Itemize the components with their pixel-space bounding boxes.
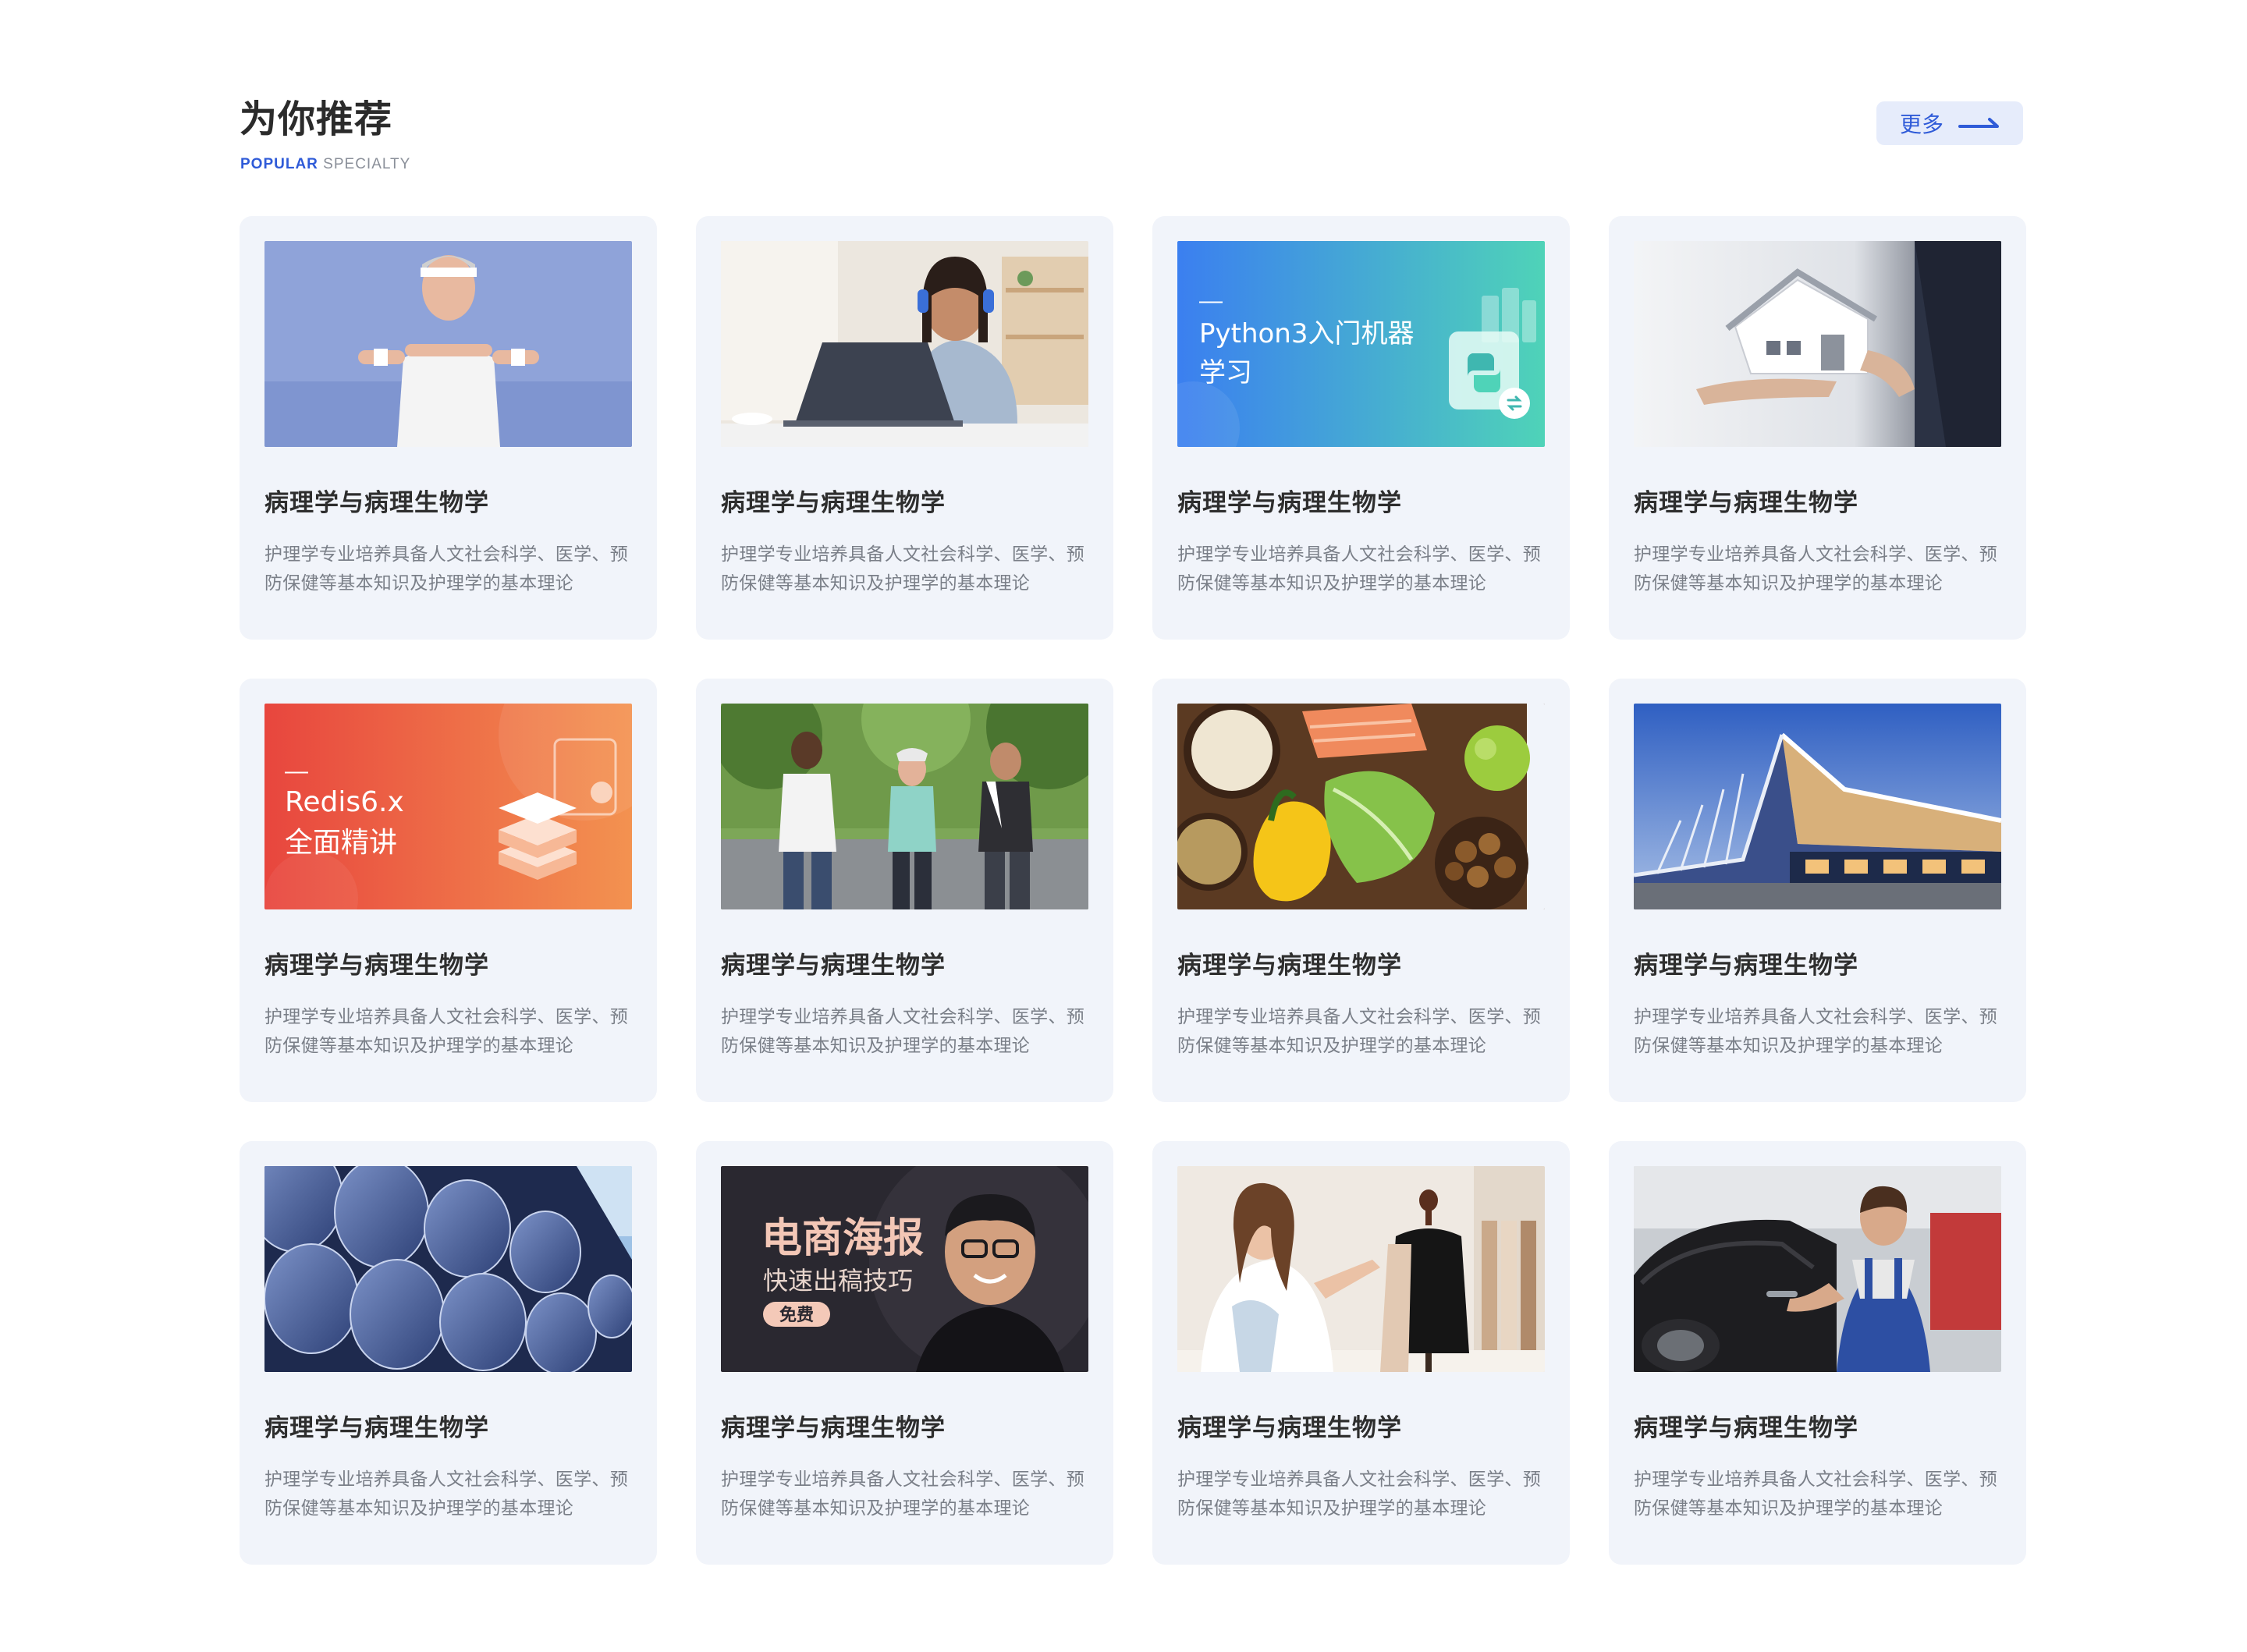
card-title: 病理学与病理生物学 xyxy=(264,952,489,980)
card-title: 病理学与病理生物学 xyxy=(1177,952,1402,980)
card-title: 病理学与病理生物学 xyxy=(1177,489,1402,517)
course-card[interactable]: 病理学与病理生物学 护理学专业培养具备人文社会科学、医学、预防保健等基本知识及护… xyxy=(1609,1141,2026,1565)
card-description: 护理学专业培养具备人文社会科学、医学、预防保健等基本知识及护理学的基本理论 xyxy=(721,544,1084,594)
more-label: 更多 xyxy=(1900,112,1944,137)
fashion-designer-image xyxy=(1177,1166,1545,1372)
card-title: 病理学与病理生物学 xyxy=(264,1414,489,1442)
card-description: 护理学专业培养具备人文社会科学、医学、预防保健等基本知识及护理学的基本理论 xyxy=(1634,1469,1997,1519)
card-title: 病理学与病理生物学 xyxy=(1177,1414,1402,1442)
arrow-right-icon xyxy=(1958,118,1999,128)
seniors-jogging-image xyxy=(721,704,1088,909)
card-description: 护理学专业培养具备人文社会科学、医学、预防保健等基本知识及护理学的基本理论 xyxy=(1177,1469,1541,1519)
banner-title-line2: 全面精讲 xyxy=(285,827,397,859)
card-description: 护理学专业培养具备人文社会科学、医学、预防保健等基本知识及护理学的基本理论 xyxy=(264,1007,628,1056)
card-description: 护理学专业培养具备人文社会科学、医学、预防保健等基本知识及护理学的基本理论 xyxy=(1177,1007,1541,1056)
banner-dash: — xyxy=(285,758,308,784)
banner-badge: 免费 xyxy=(779,1305,814,1325)
house-model-image xyxy=(1634,241,2001,447)
banner-title-line2: 快速出稿技巧 xyxy=(763,1266,913,1296)
card-title: 病理学与病理生物学 xyxy=(1634,952,1858,980)
card-description: 护理学专业培养具备人文社会科学、医学、预防保健等基本知识及护理学的基本理论 xyxy=(721,1469,1084,1519)
card-title: 病理学与病理生物学 xyxy=(721,952,946,980)
course-card[interactable]: 病理学与病理生物学 护理学专业培养具备人文社会科学、医学、预防保健等基本知识及护… xyxy=(240,216,657,640)
card-description: 护理学专业培养具备人文社会科学、医学、预防保健等基本知识及护理学的基本理论 xyxy=(721,1007,1084,1056)
banner-title-line2: 学习 xyxy=(1199,357,1252,388)
section-subtitle: POPULAR SPECIALTY xyxy=(240,156,410,173)
banner-title-line1: 电商海报 xyxy=(761,1215,924,1262)
course-card[interactable]: — Python3入门机器 学习 病理学与病理生物学 护理学专业培养具备人文社会… xyxy=(1152,216,1570,640)
banner-title-line1: Python3入门机器 xyxy=(1199,318,1415,349)
course-card[interactable]: 病理学与病理生物学 护理学专业培养具备人文社会科学、医学、预防保健等基本知识及护… xyxy=(1152,1141,1570,1565)
subtitle-rest: SPECIALTY xyxy=(318,156,411,172)
card-title: 病理学与病理生物学 xyxy=(721,1414,946,1442)
course-card[interactable]: 病理学与病理生物学 护理学专业培养具备人文社会科学、医学、预防保健等基本知识及护… xyxy=(1609,679,2026,1102)
elderly-man-exercise-image xyxy=(264,241,632,447)
banner-title-line1: Redis6.x xyxy=(285,786,404,818)
course-card[interactable]: 病理学与病理生物学 护理学专业培养具备人文社会科学、医学、预防保健等基本知识及护… xyxy=(696,679,1113,1102)
card-description: 护理学专业培养具备人文社会科学、医学、预防保健等基本知识及护理学的基本理论 xyxy=(1177,544,1541,594)
modern-building-image xyxy=(1634,704,2001,909)
mechanic-image xyxy=(1634,1166,2001,1372)
card-title: 病理学与病理生物学 xyxy=(1634,1414,1858,1442)
course-card[interactable]: 病理学与病理生物学 护理学专业培养具备人文社会科学、医学、预防保健等基本知识及护… xyxy=(240,1141,657,1565)
card-description: 护理学专业培养具备人文社会科学、医学、预防保健等基本知识及护理学的基本理论 xyxy=(264,544,628,594)
course-card[interactable]: 电商海报 快速出稿技巧 免费 病理学与病理生物学 护理学专业培养具备人文社会科学… xyxy=(696,1141,1113,1565)
card-description: 护理学专业培养具备人文社会科学、医学、预防保健等基本知识及护理学的基本理论 xyxy=(264,1469,628,1519)
course-card[interactable]: 病理学与病理生物学 护理学专业培养具备人文社会科学、医学、预防保健等基本知识及护… xyxy=(1152,679,1570,1102)
recommend-grid: 病理学与病理生物学 护理学专业培养具备人文社会科学、医学、预防保健等基本知识及护… xyxy=(240,216,2026,1565)
healthy-food-image xyxy=(1177,704,1545,909)
more-button[interactable]: 更多 xyxy=(1876,101,2023,145)
course-card[interactable]: 病理学与病理生物学 护理学专业培养具备人文社会科学、医学、预防保健等基本知识及护… xyxy=(696,216,1113,640)
python-course-banner: — Python3入门机器 学习 xyxy=(1177,241,1545,447)
course-card[interactable]: 病理学与病理生物学 护理学专业培养具备人文社会科学、医学、预防保健等基本知识及护… xyxy=(1609,216,2026,640)
redis-course-banner: — Redis6.x 全面精讲 xyxy=(264,704,632,909)
card-title: 病理学与病理生物学 xyxy=(1634,489,1858,517)
woman-laptop-image xyxy=(721,241,1088,447)
card-description: 护理学专业培养具备人文社会科学、医学、预防保健等基本知识及护理学的基本理论 xyxy=(1634,1007,1997,1056)
subtitle-highlight: POPULAR xyxy=(240,156,318,172)
banner-dash: — xyxy=(1199,288,1223,314)
metal-rods-image xyxy=(264,1166,632,1372)
card-title: 病理学与病理生物学 xyxy=(721,489,946,517)
course-card[interactable]: — Redis6.x 全面精讲 病理学与病理生物学 护理学专业培养具备人文社会科… xyxy=(240,679,657,1102)
ecommerce-poster-banner: 电商海报 快速出稿技巧 免费 xyxy=(721,1166,1088,1372)
card-title: 病理学与病理生物学 xyxy=(264,489,489,517)
section-title: 为你推荐 xyxy=(240,97,393,141)
card-description: 护理学专业培养具备人文社会科学、医学、预防保健等基本知识及护理学的基本理论 xyxy=(1634,544,1997,594)
